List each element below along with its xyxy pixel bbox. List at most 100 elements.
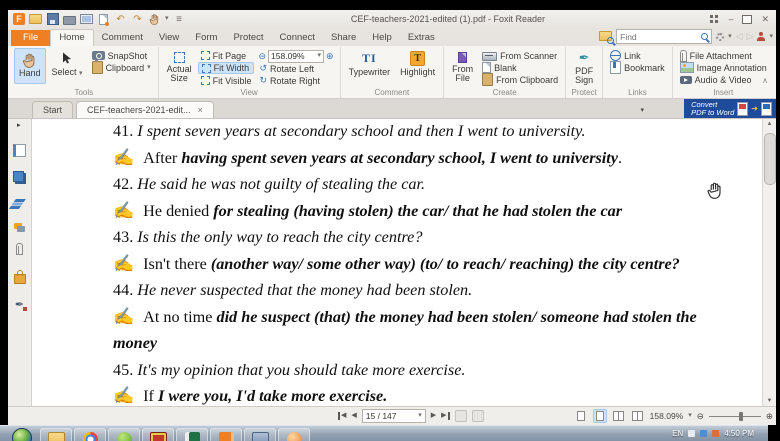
collapse-ribbon-icon[interactable]: ∧ (762, 76, 768, 85)
pages-panel-icon[interactable] (13, 171, 24, 182)
search-icon[interactable] (701, 33, 708, 40)
language-indicator[interactable]: EN (672, 429, 683, 438)
image-annotation-button[interactable]: Image Annotation (677, 62, 770, 73)
tab-share[interactable]: Share (323, 30, 364, 46)
previous-view-icon[interactable] (455, 410, 467, 422)
find-input[interactable] (616, 29, 712, 44)
new-document-icon[interactable] (97, 13, 110, 26)
foxit-logo-icon[interactable]: F (13, 13, 25, 25)
taskbar-item-folder[interactable] (244, 428, 276, 441)
find-next-icon[interactable]: ▷ (747, 31, 754, 42)
fit-visible-button[interactable]: Fit Visible (198, 75, 255, 86)
customize-toolbar-icon[interactable]: ≡ (173, 13, 186, 26)
snapshot-button[interactable]: SnapShot (89, 50, 154, 61)
scroll-down-icon[interactable]: ▼ (767, 396, 773, 406)
taskbar-item-foxit[interactable] (210, 428, 242, 441)
attachments-panel-icon[interactable] (16, 243, 23, 255)
bookmark-button[interactable]: Bookmark (607, 62, 668, 73)
tab-list-caret-icon[interactable]: ▾ (640, 106, 644, 114)
security-panel-icon[interactable] (14, 274, 26, 284)
hand-tool-button[interactable]: Hand (14, 48, 46, 84)
close-button[interactable]: ✕ (761, 14, 769, 25)
print-icon[interactable] (63, 13, 76, 26)
file-attachment-button[interactable]: File Attachment (677, 50, 770, 61)
tab-file[interactable]: File (11, 30, 50, 46)
open-file-icon[interactable] (29, 13, 42, 26)
from-clipboard-button[interactable]: From Clipboard (479, 74, 561, 85)
zoom-out-icon[interactable]: ⊖ (697, 411, 704, 422)
redo-icon[interactable]: ↷ (131, 13, 144, 26)
start-button[interactable] (12, 428, 32, 441)
sidebar-expand-icon[interactable]: ▸ (17, 122, 21, 130)
link-button[interactable]: Link (607, 50, 668, 61)
audio-video-button[interactable]: Audio & Video (677, 74, 770, 85)
zoom-level-combobox[interactable]: 158.09% ▾ (268, 50, 324, 63)
rotate-right-button[interactable]: ↻ Rotate Right (256, 75, 335, 86)
blank-button[interactable]: Blank (479, 62, 561, 73)
scrollbar-thumb[interactable] (764, 133, 776, 185)
first-page-icon[interactable]: ◀ (338, 412, 346, 420)
zoom-slider[interactable] (709, 416, 761, 417)
actual-size-button[interactable]: ActualSize (163, 48, 196, 84)
zoom-slider-thumb[interactable] (739, 412, 743, 421)
highlight-button[interactable]: T Highlight (396, 48, 439, 84)
tab-form[interactable]: Form (187, 30, 225, 46)
tab-help[interactable]: Help (364, 30, 400, 46)
tab-start-page[interactable]: Start (32, 101, 73, 118)
restore-button[interactable] (742, 15, 752, 24)
tray-icon[interactable] (712, 430, 719, 437)
taskbar-item-media-folder[interactable] (40, 428, 72, 441)
page-number-input[interactable]: 15 / 147 ▾ (362, 409, 426, 423)
from-scanner-button[interactable]: From Scanner (479, 50, 561, 61)
taskbar-item-chrome[interactable] (74, 428, 106, 441)
fit-width-button[interactable]: Fit Width (198, 62, 255, 74)
minimize-button[interactable]: – (728, 14, 733, 24)
tab-extras[interactable]: Extras (400, 30, 443, 46)
layers-panel-icon[interactable] (14, 198, 26, 209)
bookmarks-panel-icon[interactable] (13, 144, 26, 157)
taskbar-item-green-app[interactable] (108, 428, 140, 441)
vertical-scrollbar[interactable]: ▲ ▼ (762, 119, 776, 406)
pdf-sign-button[interactable]: ✒ PDFSign (570, 48, 598, 84)
close-tab-icon[interactable]: × (198, 105, 203, 115)
convert-pdf-to-word-banner[interactable]: ConvertPDF to Word ➔ (684, 99, 776, 118)
zoom-menu-caret-icon[interactable]: ▾ (688, 413, 692, 419)
zoom-in-icon[interactable]: ⊕ (766, 411, 773, 422)
undo-icon[interactable]: ↶ (114, 13, 127, 26)
find-previous-icon[interactable]: ◁ (736, 31, 743, 42)
account-icon[interactable] (757, 37, 765, 41)
tab-connect[interactable]: Connect (272, 30, 323, 46)
tab-comment[interactable]: Comment (94, 30, 151, 46)
taskbar-item-media-player[interactable] (142, 428, 174, 441)
ui-style-icon[interactable] (710, 15, 713, 18)
next-view-icon[interactable] (472, 410, 484, 422)
clipboard-button[interactable]: Clipboard ▾ (89, 62, 154, 73)
search-folder-icon[interactable] (599, 31, 612, 43)
continuous-view-icon[interactable] (593, 409, 607, 423)
tab-home[interactable]: Home (50, 29, 93, 46)
single-page-view-icon[interactable] (574, 409, 588, 423)
from-file-button[interactable]: FromFile (448, 48, 477, 84)
tray-icon[interactable] (688, 430, 695, 437)
signature-panel-icon[interactable]: ✒ (15, 298, 24, 311)
tab-view[interactable]: View (151, 30, 187, 46)
continuous-facing-view-icon[interactable] (631, 409, 645, 423)
hand-tool-quick-icon[interactable] (148, 13, 161, 26)
tab-current-document[interactable]: CEF-teachers-2021-edit... × (76, 101, 214, 118)
fit-page-button[interactable]: Fit Page (198, 50, 255, 61)
previous-page-icon[interactable]: ◀ (351, 412, 356, 420)
quick-access-caret-icon[interactable]: ▾ (165, 16, 169, 22)
last-page-icon[interactable]: ▶ (441, 412, 449, 420)
taskbar-item-excel[interactable] (176, 428, 208, 441)
zoom-out-icon[interactable]: ⊖ (258, 51, 266, 62)
next-page-icon[interactable]: ▶ (431, 412, 436, 420)
clock[interactable]: 4:50 PM (724, 429, 754, 438)
taskbar-item-orange-app[interactable] (278, 428, 310, 441)
tray-icon[interactable] (700, 430, 707, 437)
find-options-caret-icon[interactable]: ▾ (728, 34, 732, 40)
zoom-in-icon[interactable]: ⊕ (326, 51, 334, 62)
print-preview-icon[interactable] (80, 13, 93, 26)
save-icon[interactable] (46, 13, 59, 26)
tab-protect[interactable]: Protect (225, 30, 271, 46)
scroll-up-icon[interactable]: ▲ (767, 119, 773, 129)
